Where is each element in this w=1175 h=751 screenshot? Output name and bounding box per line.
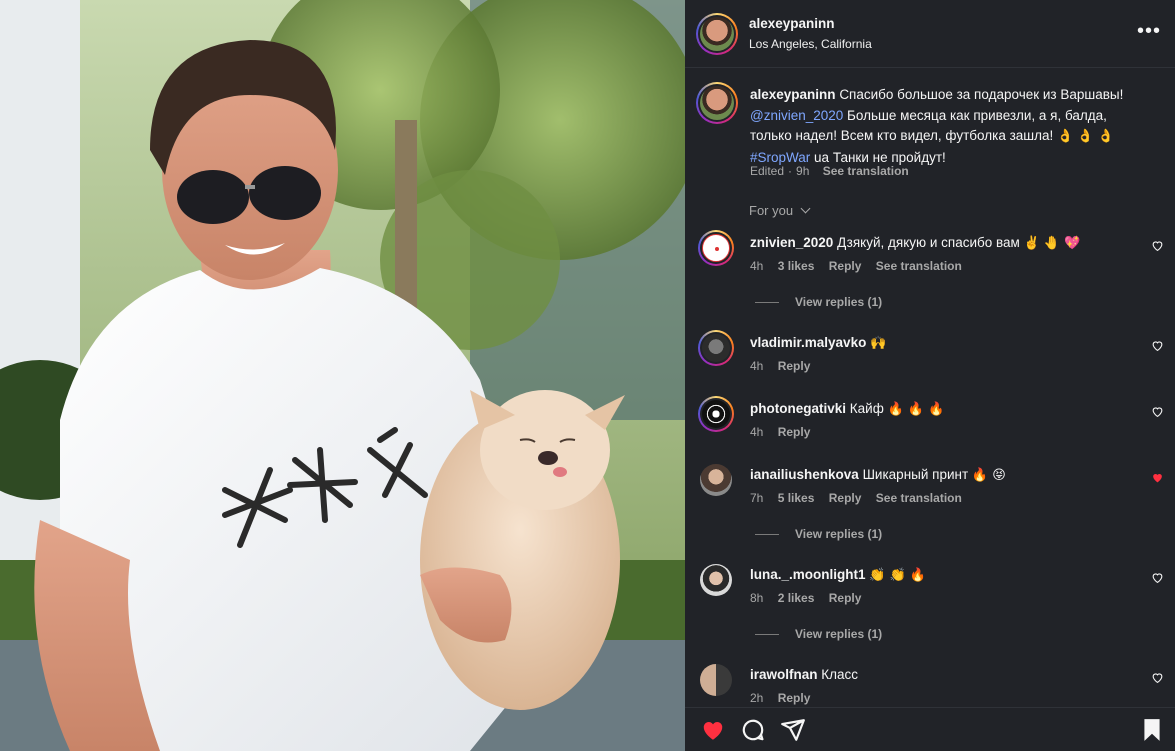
comment-username[interactable]: irawolfnan bbox=[750, 667, 818, 682]
post-detail-panel: alexeypaninn Los Angeles, California •••… bbox=[685, 0, 1175, 751]
comment-username[interactable]: ianailiushenkova bbox=[750, 467, 859, 482]
caption-emoji: 👌 👌 👌 bbox=[1057, 129, 1114, 144]
comment-avatar[interactable] bbox=[698, 396, 734, 432]
view-replies-button[interactable]: View replies (1) bbox=[755, 627, 882, 641]
post-location[interactable]: Los Angeles, California bbox=[749, 37, 872, 51]
reply-button[interactable]: Reply bbox=[829, 491, 862, 505]
bookmark-icon[interactable] bbox=[1139, 717, 1165, 743]
comment-emoji: 🔥 🔥 🔥 bbox=[887, 402, 945, 417]
comment-time: 8h bbox=[750, 591, 764, 605]
view-replies-button[interactable]: View replies (1) bbox=[755, 527, 882, 541]
comments-sort-dropdown[interactable]: For you bbox=[749, 203, 811, 218]
comment-likes[interactable]: 5 likes bbox=[778, 491, 815, 505]
comment-avatar[interactable] bbox=[700, 564, 732, 596]
share-icon[interactable] bbox=[780, 717, 806, 743]
comment-emoji: ✌️ 🤚 💖 bbox=[1023, 236, 1081, 251]
comment-time: 7h bbox=[750, 491, 764, 505]
comment-emoji: 🙌 bbox=[870, 336, 887, 351]
reply-button[interactable]: Reply bbox=[778, 691, 811, 705]
comment-username[interactable]: photonegativki bbox=[750, 401, 846, 416]
comment-text: Шикарный принт bbox=[862, 467, 969, 482]
caption-see-translation[interactable]: See translation bbox=[823, 164, 909, 178]
caption-time: 9h bbox=[796, 164, 810, 178]
comment-time: 4h bbox=[750, 425, 764, 439]
more-options-icon[interactable]: ••• bbox=[1137, 20, 1161, 43]
comment-avatar[interactable] bbox=[698, 230, 734, 266]
comment-emoji: 👏 👏 🔥 bbox=[869, 568, 927, 583]
author-avatar[interactable] bbox=[696, 13, 738, 55]
caption-text-part1: Спасибо большое за подарочек из Варшавы! bbox=[839, 87, 1124, 102]
comment-avatar[interactable] bbox=[700, 664, 732, 696]
comment-emoji: 🔥 😝 bbox=[971, 468, 1006, 483]
comment-avatar[interactable] bbox=[698, 330, 734, 366]
post-action-bar bbox=[685, 707, 1175, 751]
heart-filled-icon[interactable] bbox=[700, 717, 726, 743]
chevron-down-icon bbox=[800, 203, 811, 214]
comment-text: Класс bbox=[821, 667, 859, 682]
caption-text-part3: ua Танки не пройдут! bbox=[814, 149, 946, 165]
see-translation-button[interactable]: See translation bbox=[876, 491, 962, 505]
caption-mention[interactable]: @znivien_2020 bbox=[750, 108, 843, 123]
comment-text: Дзякуй, дякую и спасибо вам bbox=[837, 235, 1020, 250]
see-translation-button[interactable]: See translation bbox=[876, 259, 962, 273]
view-replies-button[interactable]: View replies (1) bbox=[755, 295, 882, 309]
reply-button[interactable]: Reply bbox=[829, 259, 862, 273]
comment-time: 4h bbox=[750, 359, 764, 373]
post-image bbox=[0, 0, 685, 751]
caption-text: alexeypaninn Спасибо большое за подароче… bbox=[750, 85, 1150, 168]
comment-likes[interactable]: 2 likes bbox=[778, 591, 815, 605]
comment-username[interactable]: luna._.moonlight1 bbox=[750, 567, 866, 582]
comment-icon[interactable] bbox=[740, 717, 766, 743]
heart-filled-icon[interactable] bbox=[1151, 471, 1164, 484]
author-username[interactable]: alexeypaninn bbox=[749, 16, 835, 31]
comment-username[interactable]: znivien_2020 bbox=[750, 235, 833, 250]
comment-likes[interactable]: 3 likes bbox=[778, 259, 815, 273]
reply-button[interactable]: Reply bbox=[778, 359, 811, 373]
caption-edited: Edited bbox=[750, 164, 785, 178]
comment-time: 2h bbox=[750, 691, 764, 705]
heart-outline-icon[interactable] bbox=[1151, 671, 1164, 684]
post-photo[interactable] bbox=[0, 0, 685, 751]
caption-avatar[interactable] bbox=[696, 82, 738, 124]
comment-avatar[interactable] bbox=[700, 464, 732, 496]
comment-username[interactable]: vladimir.malyavko bbox=[750, 335, 866, 350]
heart-outline-icon[interactable] bbox=[1151, 339, 1164, 352]
reply-button[interactable]: Reply bbox=[778, 425, 811, 439]
for-you-label: For you bbox=[749, 203, 794, 218]
caption-meta: Edited · 9h See translation bbox=[750, 164, 909, 178]
caption-hashtag[interactable]: #SropWar bbox=[750, 150, 810, 165]
comment-text: Кайф bbox=[849, 401, 884, 416]
reply-button[interactable]: Reply bbox=[829, 591, 862, 605]
heart-outline-icon[interactable] bbox=[1151, 239, 1164, 252]
comment-time: 4h bbox=[750, 259, 764, 273]
caption-username[interactable]: alexeypaninn bbox=[750, 87, 836, 102]
heart-outline-icon[interactable] bbox=[1151, 571, 1164, 584]
heart-outline-icon[interactable] bbox=[1151, 405, 1164, 418]
post-header: alexeypaninn Los Angeles, California ••• bbox=[685, 0, 1175, 68]
